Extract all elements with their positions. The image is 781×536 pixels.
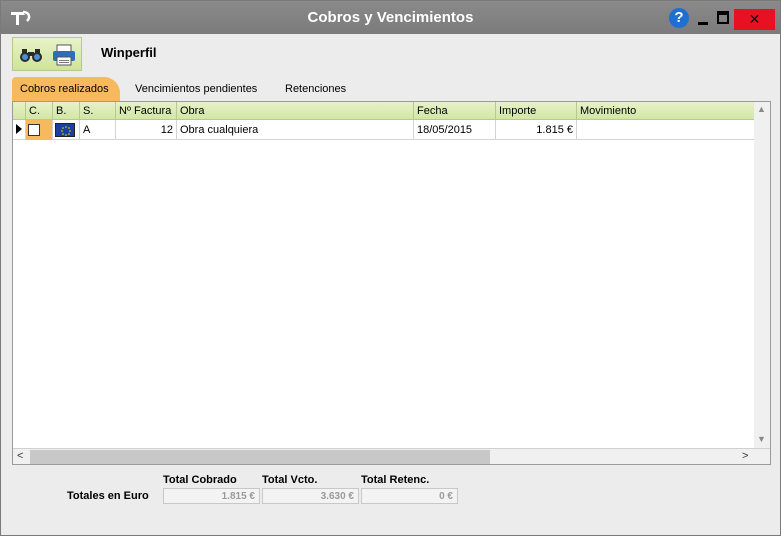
app-window: Cobros y Vencimientos ? ✕ Winperfil Cobr…	[0, 0, 781, 536]
help-button[interactable]: ?	[669, 8, 689, 28]
cobros-grid: C. B. S. Nº Factura Obra Fecha Importe M…	[12, 101, 771, 465]
scroll-down-icon[interactable]: ▼	[757, 434, 766, 444]
table-row[interactable]: A 12 Obra cualquiera 18/05/2015 1.815 €	[13, 120, 754, 140]
binoculars-icon[interactable]	[18, 43, 44, 67]
importe-cell: 1.815 €	[495, 120, 576, 140]
total-cobrado-label: Total Cobrado	[163, 474, 237, 486]
euro-flag-icon	[55, 123, 75, 137]
maximize-button[interactable]	[717, 11, 729, 24]
tab-cobros-realizados[interactable]: Cobros realizados	[12, 77, 120, 101]
bank-cell	[52, 120, 79, 140]
vertical-scrollbar[interactable]: ▲ ▼	[754, 102, 770, 448]
total-cobrado-field: 1.815 €	[163, 488, 260, 504]
column-header-factura[interactable]: Nº Factura	[115, 102, 176, 120]
title-bar[interactable]: Cobros y Vencimientos ? ✕	[1, 1, 780, 34]
cobrado-cell	[25, 120, 52, 140]
window-title: Cobros y Vencimientos	[307, 9, 474, 26]
tab-bar: Cobros realizados Vencimientos pendiente…	[12, 77, 772, 101]
printer-icon[interactable]	[51, 43, 77, 67]
column-header-fecha[interactable]: Fecha	[413, 102, 495, 120]
obra-cell: Obra cualquiera	[176, 120, 413, 140]
column-header-s[interactable]: S.	[79, 102, 115, 120]
fecha-cell: 18/05/2015	[413, 120, 495, 140]
column-header-c[interactable]: C.	[25, 102, 52, 120]
tab-retenciones[interactable]: Retenciones	[277, 77, 354, 101]
total-retenc-label: Total Retenc.	[361, 474, 430, 486]
horizontal-scrollbar[interactable]: < >	[13, 448, 770, 464]
column-header-obra[interactable]: Obra	[176, 102, 413, 120]
scroll-right-icon[interactable]: >	[742, 450, 748, 462]
cobrado-checkbox[interactable]	[28, 124, 40, 136]
grid-header: C. B. S. Nº Factura Obra Fecha Importe M…	[13, 102, 754, 120]
column-header-importe[interactable]: Importe	[495, 102, 576, 120]
horizontal-scroll-thumb[interactable]	[30, 450, 490, 464]
total-vcto-label: Total Vcto.	[262, 474, 318, 486]
row-pointer-icon	[16, 124, 22, 134]
column-header-b[interactable]: B.	[52, 102, 79, 120]
toolbar	[12, 37, 82, 71]
serie-cell: A	[79, 120, 115, 140]
movimiento-cell	[576, 120, 754, 140]
total-vcto-field: 3.630 €	[262, 488, 359, 504]
tab-vencimientos-pendientes[interactable]: Vencimientos pendientes	[127, 77, 265, 101]
close-button[interactable]: ✕	[734, 9, 775, 30]
scroll-left-icon[interactable]: <	[17, 450, 23, 462]
column-header-movimiento[interactable]: Movimiento	[576, 102, 754, 120]
minimize-button[interactable]	[696, 9, 710, 27]
factura-cell: 12	[115, 120, 176, 140]
totales-row-label: Totales en Euro	[67, 490, 149, 502]
company-name: Winperfil	[101, 45, 157, 60]
scroll-up-icon[interactable]: ▲	[757, 104, 766, 114]
total-retenc-field: 0 €	[361, 488, 458, 504]
